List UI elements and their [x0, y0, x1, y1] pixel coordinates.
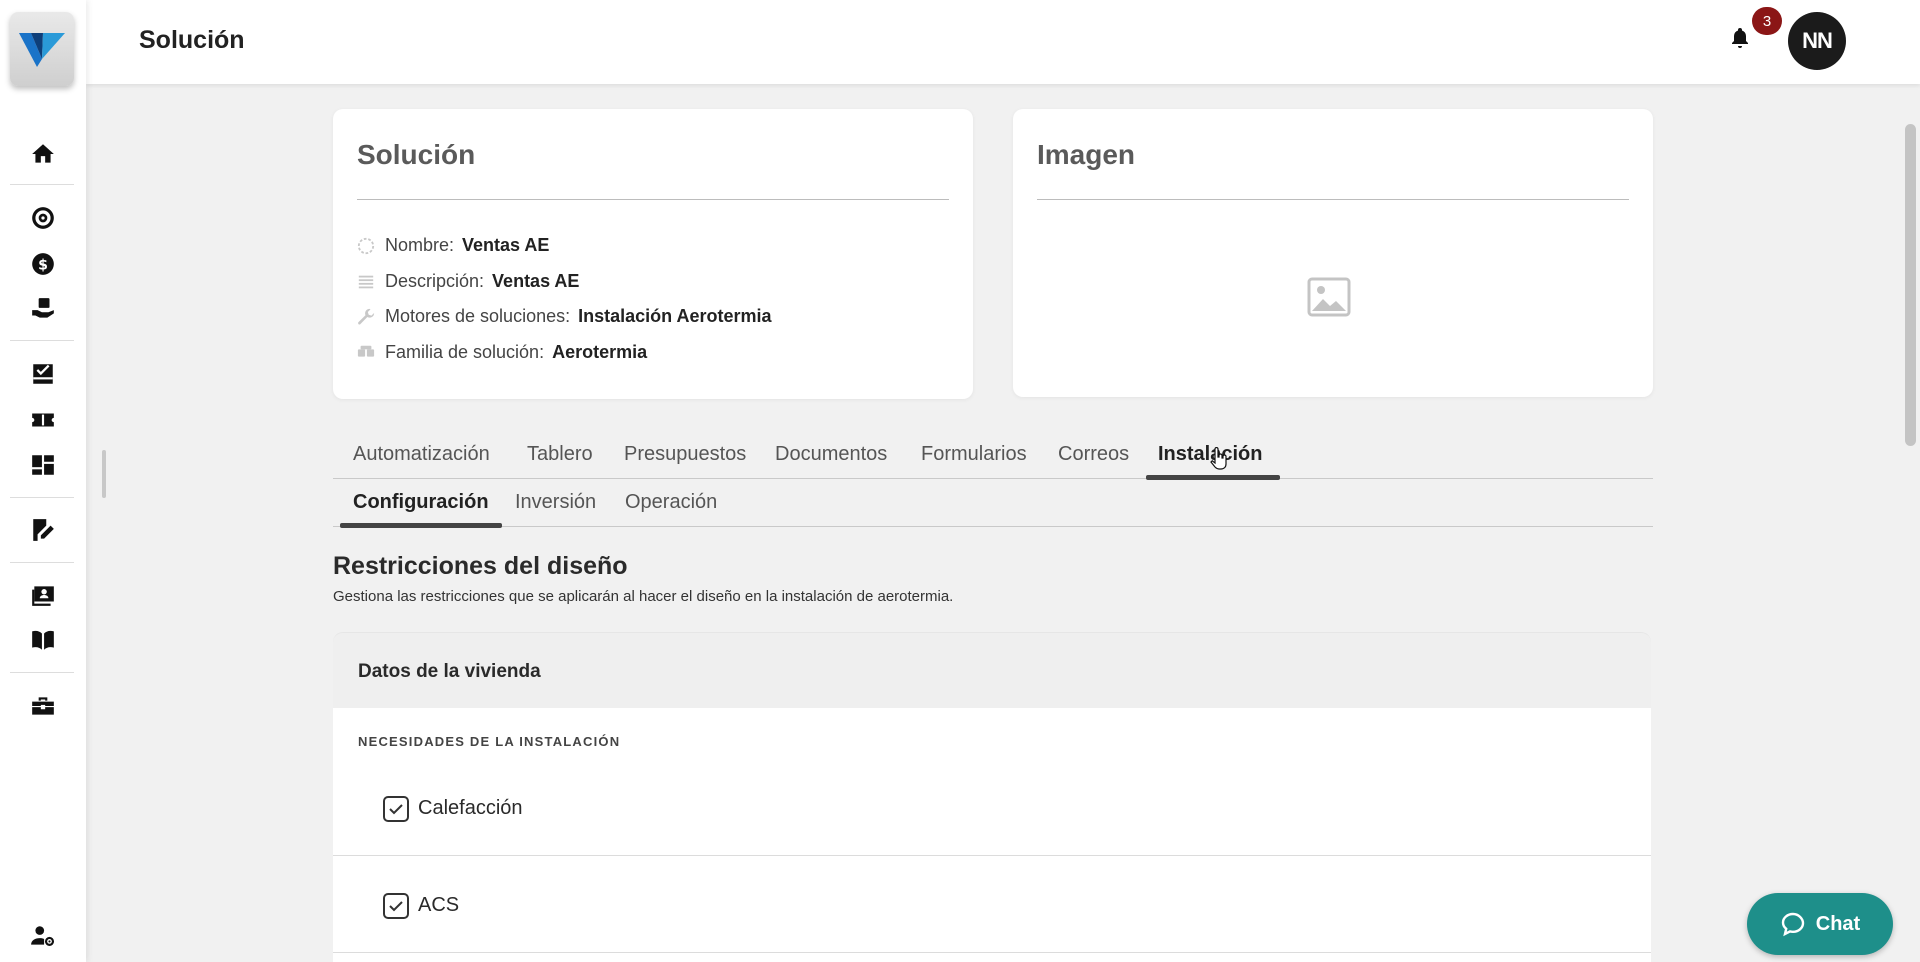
- info-label: Motores de soluciones:: [385, 306, 571, 326]
- lines-icon: [357, 273, 375, 291]
- solution-card: Solución Nombre: Ventas AE Descripción: …: [333, 109, 973, 399]
- option-label: Calefacción: [418, 797, 523, 819]
- subtab-operacion[interactable]: Operación: [625, 491, 717, 514]
- hand-box-icon[interactable]: [29, 295, 57, 323]
- chat-bubble-icon: [1781, 912, 1804, 937]
- page-title: Solución: [139, 26, 245, 54]
- tab-automatizacion[interactable]: Automatización: [353, 443, 490, 466]
- notification-count-badge: 3: [1752, 7, 1782, 35]
- info-label: Familia de solución:: [385, 342, 545, 362]
- group-label: NECESIDADES DE LA INSTALACIÓN: [358, 734, 621, 749]
- tab-correos[interactable]: Correos: [1058, 443, 1129, 466]
- info-value: Aerotermia: [552, 342, 648, 362]
- info-label: Nombre:: [385, 235, 455, 255]
- sub-tabs: Configuración Inversión Operación: [333, 485, 1653, 528]
- info-row-descripcion: Descripción: Ventas AE: [357, 271, 579, 292]
- boxes-icon: [357, 344, 375, 362]
- option-row: Calefacción: [333, 760, 1651, 856]
- id-card-icon[interactable]: [29, 581, 57, 609]
- calefaccion-checkbox[interactable]: [383, 796, 409, 822]
- notification-bell-icon[interactable]: [1728, 26, 1756, 54]
- subtab-configuracion[interactable]: Configuración: [353, 491, 489, 514]
- nav-divider: [10, 562, 74, 563]
- app-logo[interactable]: [10, 12, 74, 86]
- info-label: Descripción:: [385, 271, 485, 291]
- image-card: Imagen: [1013, 109, 1653, 397]
- option-row: ACS: [333, 857, 1651, 953]
- check-icon: [389, 901, 403, 912]
- tab-formularios[interactable]: Formularios: [921, 443, 1027, 466]
- subtab-inversion[interactable]: Inversión: [515, 491, 596, 514]
- edit-doc-icon[interactable]: [29, 516, 57, 544]
- info-row-familia: Familia de solución: Aerotermia: [357, 342, 647, 363]
- info-value: Instalación Aerotermia: [578, 306, 772, 326]
- panel-body: NECESIDADES DE LA INSTALACIÓN Calefacció…: [333, 708, 1651, 962]
- nav-divider: [10, 184, 74, 185]
- info-value: Ventas AE: [462, 235, 550, 255]
- section-title: Restricciones del diseño: [333, 552, 628, 580]
- sidebar: $: [0, 0, 86, 962]
- tab-presupuestos[interactable]: Presupuestos: [624, 443, 746, 466]
- info-value: Ventas AE: [492, 271, 580, 291]
- nav-divider: [10, 497, 74, 498]
- hand-cursor-icon: [1209, 446, 1229, 471]
- active-subtab-indicator: [340, 523, 502, 528]
- check-icon: [389, 804, 403, 815]
- chat-button[interactable]: Chat: [1747, 893, 1893, 955]
- circle-dashed-icon: [357, 237, 375, 255]
- solution-card-title: Solución: [357, 139, 476, 170]
- tab-tablero[interactable]: Tablero: [527, 443, 593, 466]
- wrench-icon: [357, 308, 375, 326]
- logo-icon: [19, 33, 65, 67]
- card-divider: [1037, 199, 1629, 200]
- panel-header[interactable]: Datos de la vivienda: [333, 632, 1651, 708]
- section-description: Gestiona las restricciones que se aplica…: [333, 588, 954, 605]
- chat-label: Chat: [1815, 912, 1861, 935]
- book-icon[interactable]: [29, 626, 57, 654]
- home-icon[interactable]: [29, 140, 57, 168]
- card-divider: [357, 199, 949, 200]
- info-row-nombre: Nombre: Ventas AE: [357, 235, 549, 256]
- active-tab-indicator: [1146, 475, 1280, 480]
- image-card-title: Imagen: [1037, 139, 1136, 170]
- user-gear-icon[interactable]: [29, 922, 57, 950]
- image-placeholder-icon[interactable]: [1307, 277, 1351, 317]
- dollar-icon[interactable]: $: [29, 250, 57, 278]
- top-header: Solución 3 NN: [86, 0, 1920, 84]
- nav-divider: [10, 672, 74, 673]
- info-row-motores: Motores de soluciones: Instalación Aerot…: [357, 306, 772, 327]
- main-tabs: Automatización Tablero Presupuestos Docu…: [333, 437, 1653, 480]
- target-icon[interactable]: [29, 204, 57, 232]
- tab-documentos[interactable]: Documentos: [775, 443, 887, 466]
- nav-divider: [10, 340, 74, 341]
- dashboard-icon[interactable]: [29, 451, 57, 479]
- check-tray-icon[interactable]: [29, 360, 57, 388]
- ticket-icon[interactable]: [29, 406, 57, 434]
- option-label: ACS: [418, 894, 460, 916]
- acs-checkbox[interactable]: [383, 893, 409, 919]
- svg-text:$: $: [38, 257, 48, 273]
- sidebar-resize-handle[interactable]: [102, 450, 106, 498]
- user-avatar[interactable]: NN: [1788, 12, 1846, 70]
- toolbox-icon[interactable]: [29, 692, 57, 720]
- panel-title: Datos de la vivienda: [358, 661, 541, 682]
- scrollbar-thumb[interactable]: [1905, 124, 1916, 446]
